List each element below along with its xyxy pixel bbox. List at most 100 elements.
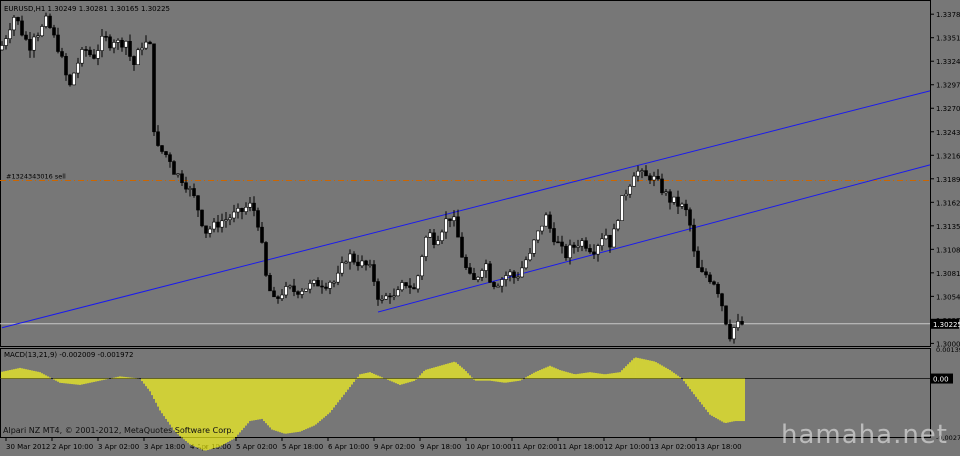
candle-body [676, 196, 680, 207]
candle-body [440, 231, 444, 241]
candle-body [300, 291, 304, 295]
candle-body [52, 27, 56, 36]
candle-body [636, 170, 640, 177]
candle-body [588, 248, 592, 253]
candle-body [292, 285, 296, 292]
candle-body [504, 275, 508, 280]
candle-body [464, 256, 468, 268]
candle-body [468, 267, 472, 274]
candle-body [740, 321, 744, 325]
candle-body [32, 36, 36, 51]
candle-body [652, 175, 656, 181]
candle-body [24, 34, 28, 40]
candle-body [384, 295, 388, 300]
candle-body [128, 40, 132, 57]
candle-body [288, 285, 292, 288]
candle-body [60, 51, 64, 57]
time-tick-label-7: 6 Apr 10:00 [328, 443, 369, 451]
candle-body [316, 280, 320, 287]
candle-body [516, 276, 520, 279]
candle-body [724, 305, 728, 325]
candle-body [328, 282, 332, 289]
candle-body [592, 251, 596, 255]
time-tick-label-11: 11 Apr 02:00 [512, 443, 558, 451]
candle-body [620, 195, 624, 221]
chart-background [0, 0, 960, 452]
candle-body [616, 220, 620, 230]
candle-body [324, 286, 328, 289]
candle-body [312, 280, 316, 284]
current-price-label: 1.30225 [933, 321, 960, 329]
candle-body [732, 327, 736, 340]
candle-body [436, 240, 440, 245]
candle-body [112, 42, 116, 49]
candle-body [20, 20, 24, 36]
candle-body [264, 242, 268, 276]
price-tick-label-7: 1.31890 [936, 176, 960, 184]
candle-body [228, 217, 232, 220]
time-tick-label-10: 10 Apr 10:00 [466, 443, 512, 451]
candle-body [372, 264, 376, 282]
candle-body [628, 185, 632, 195]
candle-body [84, 49, 88, 51]
candle-body [44, 15, 48, 27]
candle-body [416, 275, 420, 290]
candle-body [56, 34, 60, 52]
candle-body [700, 267, 704, 273]
candle-body [332, 281, 336, 284]
candle-body [172, 161, 176, 175]
time-tick-label-9: 9 Apr 18:00 [420, 443, 461, 451]
candle-body [80, 49, 84, 64]
candle-body [120, 39, 124, 48]
candle-body [396, 289, 400, 297]
candle-body [76, 62, 80, 74]
candle-body [124, 40, 128, 48]
copyright-text: Alpari NZ MT4, © 2001-2012, MetaQuotes S… [3, 426, 235, 435]
candle-body [544, 214, 548, 227]
price-tick-label-5: 1.32430 [936, 129, 960, 137]
candle-body [240, 208, 244, 212]
candle-body [284, 286, 288, 296]
candle-body [448, 218, 452, 221]
candle-body [696, 250, 700, 268]
candle-body [36, 35, 40, 38]
candle-body [280, 294, 284, 299]
candle-body [28, 39, 32, 51]
candle-body [608, 234, 612, 248]
candle-body [104, 35, 108, 38]
candle-body [576, 245, 580, 248]
candle-body [340, 262, 344, 274]
candle-body [212, 221, 216, 230]
candle-body [600, 238, 604, 246]
candle-body [420, 256, 424, 277]
time-tick-label-5: 5 Apr 02:00 [236, 443, 277, 451]
candle-body [556, 241, 560, 244]
time-tick-label-1: 2 Apr 10:00 [52, 443, 93, 451]
candle-body [704, 271, 708, 276]
candle-body [492, 282, 496, 287]
candle-body [476, 276, 480, 280]
candle-body [680, 203, 684, 207]
candle-body [136, 49, 140, 65]
candle-body [364, 260, 368, 266]
candle-body [168, 154, 172, 162]
candle-body [140, 47, 144, 51]
candle-body [272, 290, 276, 298]
candle-body [144, 41, 148, 49]
candle-body [252, 202, 256, 211]
time-tick-label-15: 13 Apr 18:00 [696, 443, 742, 451]
time-tick-label-0: 30 Mar 2012 [6, 443, 50, 451]
candle-body [68, 74, 72, 86]
candle-body [204, 225, 208, 234]
price-tick-label-6: 1.32160 [936, 152, 960, 160]
candle-body [216, 221, 220, 228]
candle-body [644, 170, 648, 177]
candle-body [444, 218, 448, 233]
candle-body [512, 271, 516, 278]
candle-body [660, 178, 664, 194]
candle-body [388, 295, 392, 298]
candle-body [500, 279, 504, 287]
candle-body [672, 196, 676, 203]
price-tick-label-8: 1.31620 [936, 199, 960, 207]
candle-body [224, 219, 228, 222]
